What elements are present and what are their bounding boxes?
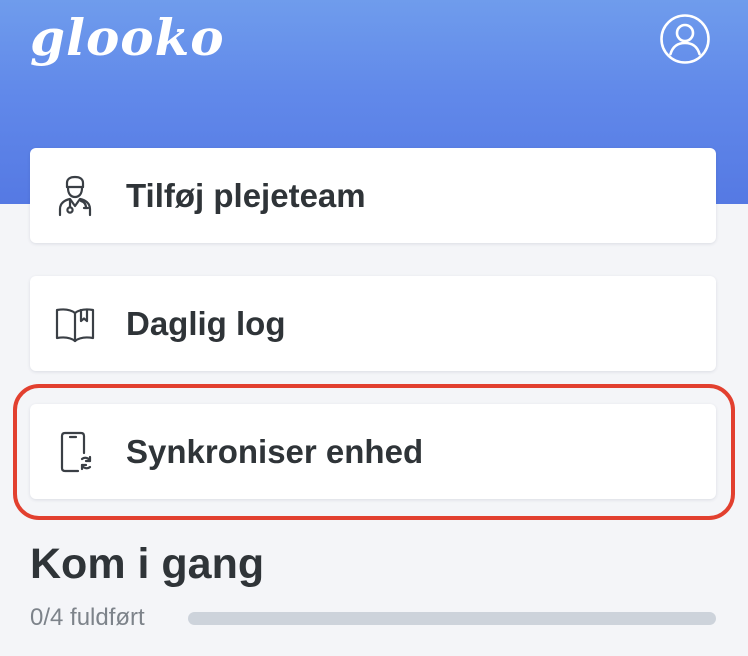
progress-text: 0/4 fuldført bbox=[30, 604, 145, 631]
profile-button[interactable] bbox=[659, 13, 711, 65]
card-label: Synkroniser enhed bbox=[126, 432, 424, 470]
glooko-logo: glooko bbox=[30, 8, 225, 67]
get-started-title: Kom i gang bbox=[30, 540, 265, 588]
card-label: Tilføj plejeteam bbox=[126, 176, 366, 214]
sync-device-card[interactable]: Synkroniser enhed bbox=[30, 404, 716, 499]
sync-device-icon bbox=[52, 429, 98, 475]
book-icon bbox=[52, 301, 98, 347]
progress-bar bbox=[188, 612, 716, 625]
card-label: Daglig log bbox=[126, 304, 286, 342]
daily-log-card[interactable]: Daglig log bbox=[30, 276, 716, 371]
profile-icon bbox=[660, 14, 710, 64]
care-team-icon bbox=[52, 173, 98, 219]
add-care-team-card[interactable]: Tilføj plejeteam bbox=[30, 148, 716, 243]
